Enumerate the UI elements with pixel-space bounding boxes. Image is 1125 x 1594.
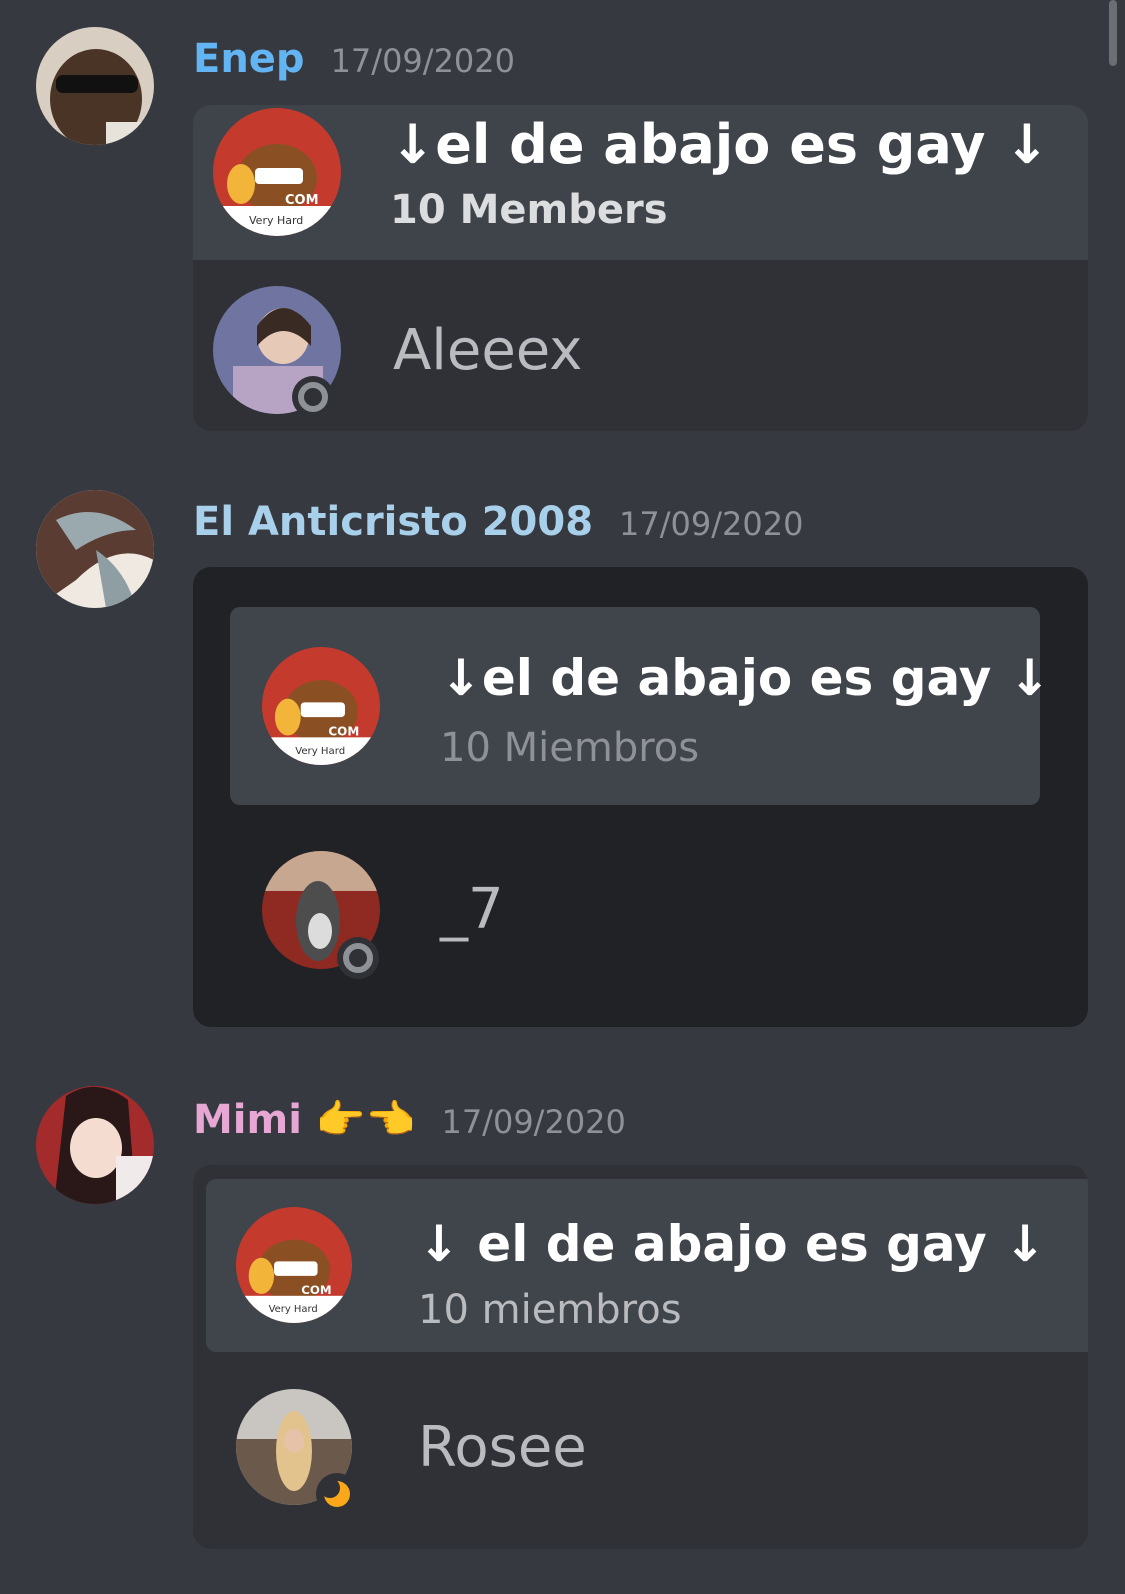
timestamp: 17/09/2020 — [441, 1103, 626, 1141]
author-name[interactable]: Mimi 👉👈 — [193, 1096, 415, 1143]
offline-status-icon — [337, 937, 379, 979]
server-icon-badge: COM — [328, 725, 359, 739]
server-embed-card: COM Very Hard ↓ el de abajo es gay ↓ 10 … — [193, 1165, 1088, 1549]
server-icon-caption: Very Hard — [295, 746, 345, 757]
server-embed-card: COM Very Hard ↓el de abajo es gay ↓ 10 M… — [193, 105, 1088, 431]
author-name[interactable]: Enep — [193, 36, 305, 82]
server-icon-caption: Very Hard — [269, 1304, 318, 1315]
server-row[interactable]: COM Very Hard ↓el de abajo es gay ↓ 10 M… — [230, 607, 1051, 805]
member-row[interactable]: Rosee — [206, 1375, 1088, 1535]
server-icon-caption: Very Hard — [249, 214, 303, 227]
member-row[interactable]: Aleeex — [193, 260, 1088, 431]
server-row[interactable]: COM Very Hard ↓ el de abajo es gay ↓ 10 … — [206, 1179, 1088, 1352]
offline-status-icon — [292, 376, 334, 418]
server-embed-card: COM Very Hard ↓el de abajo es gay ↓ 10 M… — [193, 567, 1088, 1027]
server-icon: COM Very Hard — [213, 108, 341, 236]
author-avatar-el-anticristo[interactable] — [36, 490, 154, 608]
member-name: _7 — [440, 877, 504, 942]
author-name[interactable]: El Anticristo 2008 — [193, 499, 593, 545]
server-name: ↓el de abajo es gay ↓ — [440, 649, 1051, 707]
server-name: ↓el de abajo es gay ↓ — [390, 113, 1050, 176]
server-icon-badge: COM — [301, 1283, 331, 1297]
member-count: 10 Members — [390, 187, 668, 233]
member-name: Rosee — [418, 1415, 587, 1480]
server-row[interactable]: COM Very Hard ↓el de abajo es gay ↓ 10 M… — [193, 105, 1088, 260]
member-count: 10 miembros — [418, 1287, 682, 1333]
timestamp: 17/09/2020 — [330, 42, 515, 80]
member-row[interactable]: _7 — [230, 837, 1040, 987]
server-icon: COM Very Hard — [236, 1207, 352, 1323]
server-name: ↓ el de abajo es gay ↓ — [418, 1215, 1047, 1273]
author-avatar-enep[interactable] — [36, 27, 154, 145]
server-icon: COM Very Hard — [262, 647, 380, 765]
scrollbar[interactable] — [1109, 0, 1117, 66]
idle-moon-icon — [316, 1473, 358, 1515]
author-avatar-mimi[interactable] — [36, 1086, 154, 1204]
member-count: 10 Miembros — [440, 725, 700, 771]
server-icon-badge: COM — [285, 193, 319, 208]
member-name: Aleeex — [393, 318, 583, 383]
timestamp: 17/09/2020 — [619, 505, 804, 543]
